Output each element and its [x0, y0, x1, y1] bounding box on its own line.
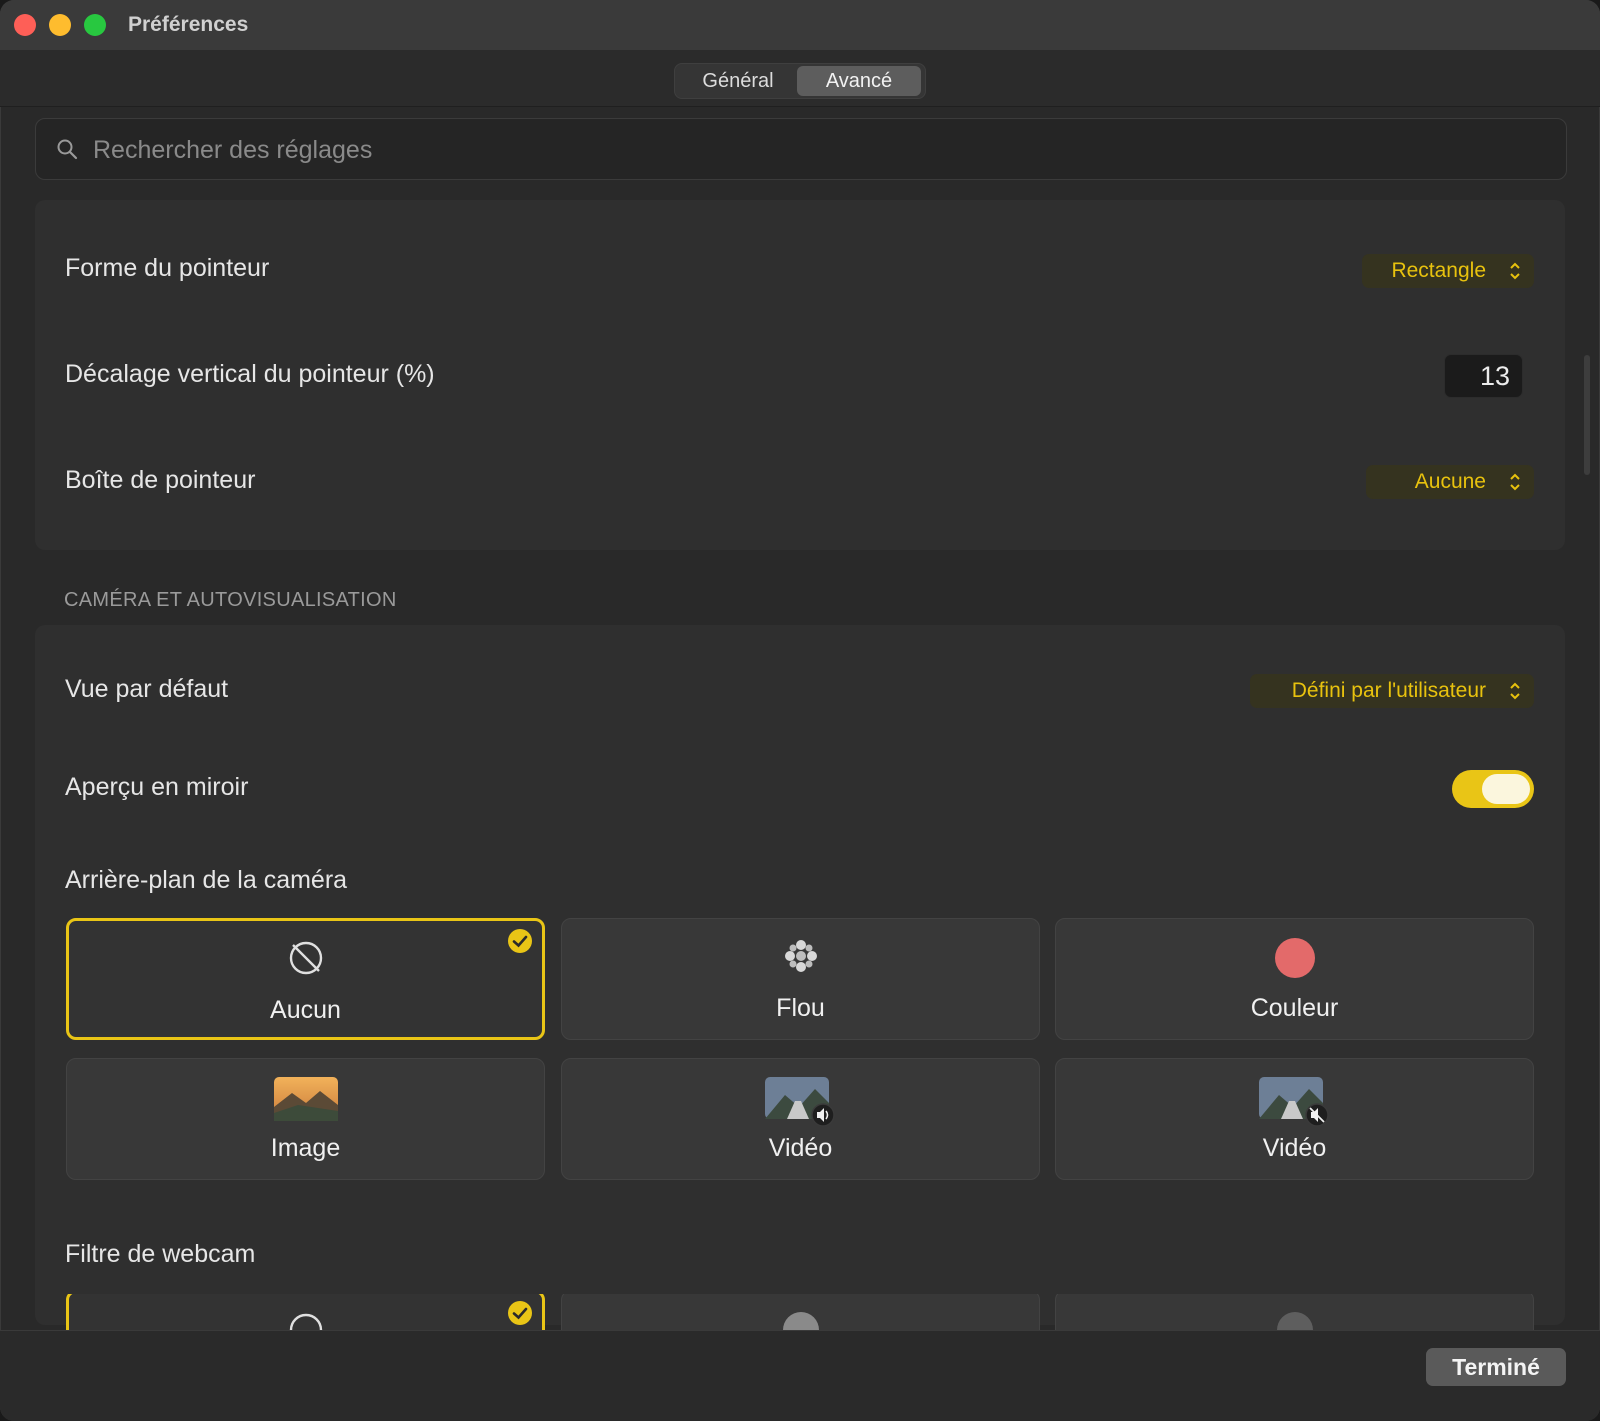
webcam-filter-label: Filtre de webcam: [65, 1240, 256, 1268]
filter-preview-icon: [783, 1312, 819, 1330]
background-option-label: Image: [270, 1134, 341, 1162]
pointer-shape-value: Rectangle: [1391, 259, 1486, 282]
webcam-filter-option-2[interactable]: [561, 1294, 1040, 1330]
webcam-filter-row-clip: [0, 1294, 1600, 1330]
background-option-label: Flou: [776, 994, 825, 1022]
background-option-label: Vidéo: [1262, 1134, 1327, 1162]
background-option-none[interactable]: Aucun: [66, 918, 545, 1040]
filter-preview-icon: [1277, 1312, 1313, 1330]
selected-check-icon: [508, 1301, 532, 1325]
background-option-video-sound[interactable]: Vidéo: [561, 1058, 1040, 1180]
background-option-video-muted[interactable]: Vidéo: [1055, 1058, 1534, 1180]
video-with-sound-icon: [764, 1077, 835, 1127]
search-icon: [57, 139, 78, 160]
pointer-offset-label: Décalage vertical du pointeur (%): [65, 360, 435, 388]
mirror-preview-label: Aperçu en miroir: [65, 773, 249, 801]
done-button[interactable]: Terminé: [1426, 1348, 1566, 1386]
segmented-tabs: Général Avancé: [674, 63, 926, 99]
mirror-preview-toggle[interactable]: [1452, 770, 1534, 808]
no-filter-icon: [289, 1313, 323, 1330]
background-option-label: Vidéo: [768, 1134, 833, 1162]
background-option-blur[interactable]: Flou: [561, 918, 1040, 1040]
blur-icon: [784, 940, 817, 972]
toggle-knob: [1482, 774, 1530, 804]
scrollbar-thumb[interactable]: [1584, 355, 1590, 475]
video-muted-icon: [1258, 1077, 1329, 1127]
landscape-image-icon: [273, 1077, 338, 1121]
chevron-up-down-icon: [1510, 682, 1520, 700]
pointer-shape-popup[interactable]: Rectangle: [1362, 254, 1534, 288]
tab-advanced[interactable]: Avancé: [797, 66, 921, 96]
window-title: Préférences: [128, 13, 249, 36]
footer-bar: [0, 1330, 1600, 1421]
chevron-up-down-icon: [1510, 473, 1520, 491]
title-bar: Préférences: [0, 0, 1600, 51]
no-background-icon: [289, 941, 322, 975]
default-view-popup[interactable]: Défini par l'utilisateur: [1250, 674, 1534, 708]
selected-check-icon: [508, 929, 532, 953]
background-option-image[interactable]: Image: [66, 1058, 545, 1180]
background-option-color[interactable]: Couleur: [1055, 918, 1534, 1040]
default-view-value: Défini par l'utilisateur: [1291, 679, 1486, 702]
search-input[interactable]: [91, 129, 1545, 171]
pointer-offset-field[interactable]: 13: [1444, 354, 1523, 398]
default-view-label: Vue par défaut: [65, 675, 229, 703]
camera-background-label: Arrière-plan de la caméra: [65, 866, 348, 894]
search-bar: [35, 118, 1567, 180]
camera-section-header: CAMÉRA ET AUTOVISUALISATION: [64, 589, 397, 611]
tab-bar: Général Avancé: [0, 50, 1600, 107]
zoom-window-button[interactable]: [84, 14, 106, 36]
minimize-window-button[interactable]: [49, 14, 71, 36]
pointer-box-label: Boîte de pointeur: [65, 466, 256, 494]
pointer-shape-label: Forme du pointeur: [65, 254, 270, 282]
background-option-label: Couleur: [1250, 994, 1339, 1022]
pointer-box-value: Aucune: [1414, 470, 1486, 493]
close-window-button[interactable]: [14, 14, 36, 36]
preferences-window: Préférences Général Avancé Forme du poin…: [0, 0, 1600, 1421]
tab-general[interactable]: Général: [679, 66, 797, 96]
pointer-box-popup[interactable]: Aucune: [1366, 465, 1534, 499]
color-swatch-icon: [1274, 938, 1315, 978]
background-option-label: Aucun: [270, 996, 341, 1024]
chevron-up-down-icon: [1510, 262, 1520, 280]
webcam-filter-option-3[interactable]: [1055, 1294, 1534, 1330]
webcam-filter-option-none[interactable]: [66, 1294, 545, 1330]
